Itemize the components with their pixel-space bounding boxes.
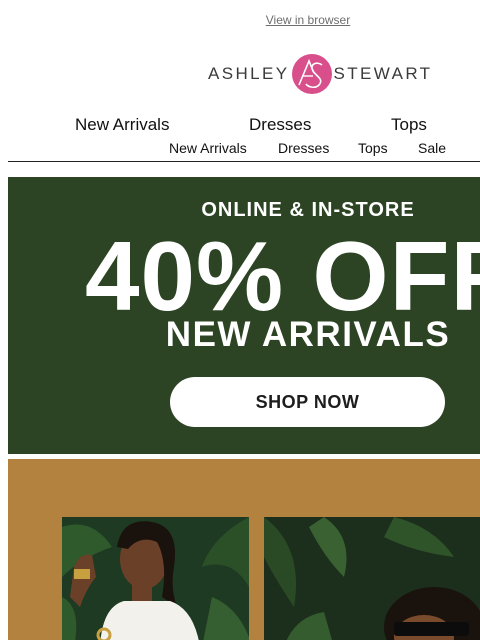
product-photo-block[interactable]: [8, 459, 480, 640]
nav-divider: [8, 161, 480, 162]
promo-hero-banner[interactable]: ONLINE & IN-STORE 40% OFF NEW ARRIVALS S…: [8, 177, 480, 454]
brand-logo[interactable]: ASHLEY STEWART: [208, 52, 432, 96]
hero-headline: 40% OFF: [85, 221, 480, 331]
hero-tagline: NEW ARRIVALS: [165, 315, 451, 354]
nav-secondary-new-arrivals[interactable]: New Arrivals: [169, 140, 247, 156]
secondary-nav: New Arrivals Dresses Tops Sale: [0, 140, 480, 158]
nav-secondary-dresses[interactable]: Dresses: [278, 140, 329, 156]
hero-subheadline: ONLINE & IN-STORE: [201, 199, 415, 221]
nav-primary-dresses[interactable]: Dresses: [249, 115, 311, 135]
logo-monogram-icon: [291, 54, 332, 94]
nav-secondary-tops[interactable]: Tops: [358, 140, 388, 156]
view-in-browser-link[interactable]: View in browser: [0, 13, 480, 27]
nav-secondary-sale[interactable]: Sale: [418, 140, 446, 156]
shop-now-button[interactable]: SHOP NOW: [170, 377, 445, 427]
primary-nav: New Arrivals Dresses Tops: [0, 115, 480, 135]
model-photo-right: [264, 517, 480, 640]
nav-primary-new-arrivals[interactable]: New Arrivals: [75, 115, 169, 135]
nav-primary-tops[interactable]: Tops: [391, 115, 427, 135]
logo-left-word: ASHLEY: [208, 64, 290, 83]
logo-right-word: STEWART: [333, 64, 433, 83]
model-photo-left: [62, 517, 249, 640]
